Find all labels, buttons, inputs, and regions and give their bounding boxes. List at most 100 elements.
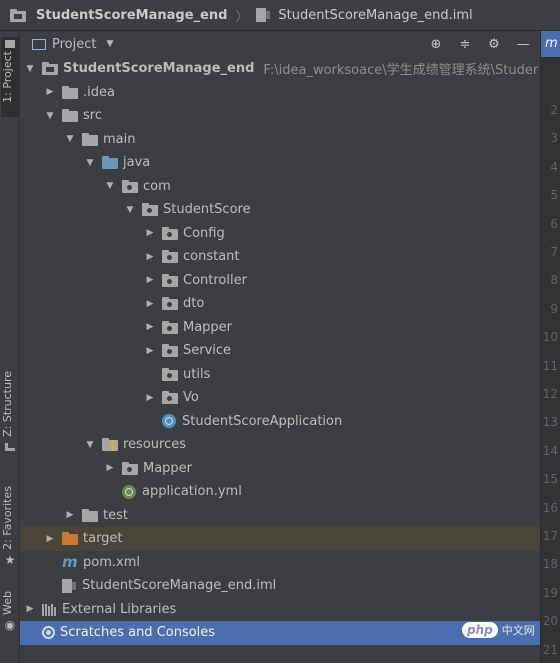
line-number: 4	[550, 159, 558, 174]
collapsed-arrow-icon: ▶	[146, 275, 154, 286]
tree-node-package[interactable]: ▶ Controller	[20, 269, 540, 293]
maven-icon: m	[62, 553, 78, 572]
structure-icon	[5, 442, 15, 451]
package-icon	[162, 250, 178, 264]
scratches-icon	[42, 626, 55, 640]
php-logo: php	[462, 622, 498, 638]
watermark-text: 中文网	[501, 624, 535, 637]
chevron-down-icon: ▼	[106, 39, 114, 49]
source-folder-icon	[102, 156, 118, 170]
line-number: 20	[542, 614, 558, 629]
tree-node-iml[interactable]: ▶ StudentScoreManage_end.iml	[20, 574, 540, 598]
package-icon	[122, 179, 138, 193]
line-number: 12	[542, 387, 558, 401]
watermark: php 中文网	[462, 622, 535, 638]
collapsed-arrow-icon: ▶	[146, 345, 154, 356]
line-number: 6	[550, 216, 558, 231]
tree-node-root[interactable]: ▼ StudentScoreManage_end F:\idea_worksoa…	[20, 57, 540, 81]
tree-node-main[interactable]: ▼ main	[20, 128, 540, 152]
package-icon	[162, 297, 178, 311]
tree-node-test[interactable]: ▶ test	[20, 504, 540, 528]
collapsed-arrow-icon: ▶	[146, 322, 154, 333]
favorites-tool-tab[interactable]: 2: Favorites ★	[1, 486, 19, 576]
tree-node-studentscore[interactable]: ▼ StudentScore	[20, 198, 540, 222]
expanded-arrow-icon: ▼	[126, 204, 134, 215]
line-number: 14	[542, 443, 558, 458]
collapsed-arrow-icon: ▶	[146, 228, 154, 239]
expanded-arrow-icon: ▼	[86, 157, 94, 168]
line-number: 19	[542, 585, 558, 600]
module-folder-icon	[42, 62, 58, 76]
web-tool-tab[interactable]: Web ◉	[1, 591, 19, 647]
folder-icon	[122, 461, 138, 475]
folder-icon	[62, 109, 78, 123]
panel-toolbar: ⊕ ≑ ⚙ —	[429, 31, 530, 57]
editor-tab[interactable]: m	[541, 31, 560, 57]
resources-folder-icon	[102, 438, 118, 452]
locate-icon[interactable]: ⊕	[429, 37, 443, 52]
expanded-arrow-icon: ▼	[46, 110, 54, 121]
collapsed-arrow-icon: ▶	[146, 392, 154, 403]
tree-node-app-class[interactable]: ▶ StudentScoreApplication	[20, 410, 540, 434]
package-icon	[162, 367, 178, 381]
breadcrumb-project[interactable]: StudentScoreManage_end	[36, 8, 227, 23]
folder-icon	[82, 508, 98, 522]
line-number: 17	[542, 529, 558, 543]
line-number: 15	[542, 472, 558, 487]
tree-node-com[interactable]: ▼ com	[20, 175, 540, 199]
tree-node-app-yml[interactable]: ▶ application.yml	[20, 480, 540, 504]
web-icon: ◉	[4, 617, 16, 632]
tree-node-package[interactable]: ▶ utils	[20, 363, 540, 387]
tree-node-package[interactable]: ▶ Vo	[20, 386, 540, 410]
project-panel-header: Project ▼ ⊕ ≑ ⚙ —	[20, 31, 540, 57]
tree-node-pom[interactable]: ▶ m pom.xml	[20, 551, 540, 575]
package-icon	[142, 203, 158, 217]
line-number: 18	[542, 557, 558, 572]
expanded-arrow-icon: ▼	[26, 63, 34, 74]
collapse-all-icon[interactable]: ≑	[458, 37, 472, 52]
tree-node-package[interactable]: ▶ dto	[20, 292, 540, 316]
project-tree: ▼ StudentScoreManage_end F:\idea_worksoa…	[20, 57, 540, 645]
line-number: 16	[542, 500, 558, 515]
tree-node-package[interactable]: ▶ Config	[20, 222, 540, 246]
tree-node-src[interactable]: ▼ src	[20, 104, 540, 128]
tree-node-res-mapper[interactable]: ▶ Mapper	[20, 457, 540, 481]
package-icon	[162, 344, 178, 358]
tree-node-package[interactable]: ▶ Service	[20, 339, 540, 363]
structure-tool-tab[interactable]: Z: Structure	[1, 371, 19, 463]
expanded-arrow-icon: ▼	[66, 134, 74, 145]
minimize-icon[interactable]: —	[516, 37, 530, 52]
folder-icon	[82, 132, 98, 146]
tree-node-package[interactable]: ▶ Mapper	[20, 316, 540, 340]
breadcrumb-file[interactable]: StudentScoreManage_end.iml	[278, 8, 472, 23]
line-number: 8	[550, 273, 558, 288]
editor-gutter: m 2345678910111213141516171819202122	[540, 31, 560, 663]
line-number: 21	[542, 642, 558, 657]
library-icon	[42, 603, 56, 616]
project-tool-tab[interactable]: 1: Project	[1, 37, 19, 117]
tree-node-target[interactable]: ▶ target	[20, 527, 540, 551]
collapsed-arrow-icon: ▶	[26, 604, 34, 615]
line-number: 11	[542, 358, 558, 373]
tree-node-java[interactable]: ▼ java	[20, 151, 540, 175]
spring-config-icon	[122, 484, 136, 499]
collapsed-arrow-icon: ▶	[146, 251, 154, 262]
tool-window-strip: 1: Project Z: Structure 2: Favorites ★ W…	[0, 31, 20, 663]
line-number: 13	[542, 415, 558, 430]
panel-title: Project	[52, 36, 97, 52]
tree-node-resources[interactable]: ▼ resources	[20, 433, 540, 457]
line-number: 9	[550, 301, 558, 316]
collapsed-arrow-icon: ▶	[106, 463, 114, 474]
project-view-selector[interactable]: Project ▼	[32, 37, 113, 52]
project-folder-icon	[10, 8, 26, 22]
tree-node-idea[interactable]: ▶ .idea	[20, 81, 540, 105]
expanded-arrow-icon: ▼	[106, 181, 114, 192]
folder-icon	[62, 85, 78, 99]
line-number: 7	[550, 245, 558, 259]
star-icon: ★	[4, 552, 16, 567]
line-number: 5	[550, 188, 558, 203]
tree-node-external-libraries[interactable]: ▶ External Libraries	[20, 598, 540, 622]
tree-node-package[interactable]: ▶ constant	[20, 245, 540, 269]
line-number: 3	[550, 131, 558, 146]
gear-icon[interactable]: ⚙	[487, 37, 501, 52]
